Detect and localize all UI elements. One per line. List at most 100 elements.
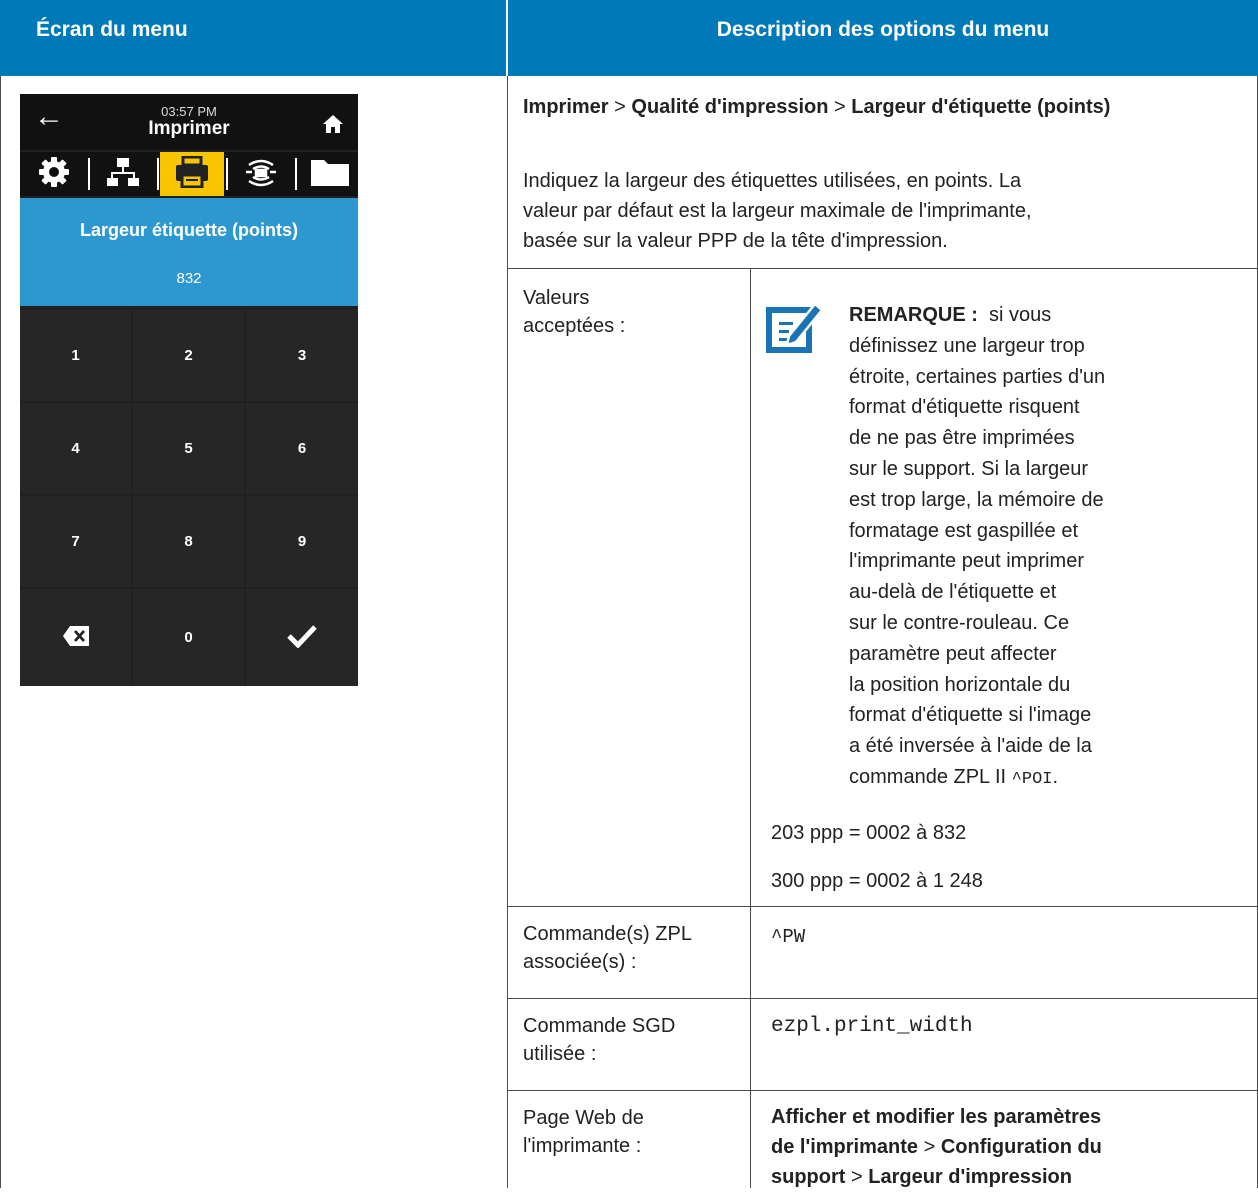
note-line: a été inversée à l'aide de la [849,735,1092,758]
key-9[interactable]: 9 [246,496,358,587]
key-0[interactable]: 0 [133,589,244,686]
tab-separator [226,158,228,190]
path-separator: > [614,96,626,118]
header-menu-description: Description des options du menu [508,0,1258,76]
display-tab-bar [20,152,358,196]
tab-separator [88,158,90,190]
tab-rfid[interactable] [229,152,293,196]
row-divider-2 [507,906,1258,907]
network-icon [106,156,140,193]
note-line: définissez une largeur trop [849,334,1085,357]
sgd-label: Commande SGD utilisée : [523,1012,743,1068]
key-7[interactable]: 7 [20,496,131,587]
menu-path: Imprimer > Qualité d'impression > Largeu… [523,92,1223,122]
description-line: Indiquez la largeur des étiquettes utili… [523,170,1022,192]
label-line: acceptées : [523,315,626,337]
note-line: étroite, certaines parties d'un [849,365,1106,388]
note-icon [765,300,825,365]
key-3[interactable]: 3 [246,310,358,401]
tab-separator [157,158,159,190]
accepted-values-label: Valeurs acceptées : [523,284,743,340]
web-path-line: Afficher et modifier les paramètres [771,1106,1102,1128]
printer-icon [174,155,210,193]
web-page-path: Afficher et modifier les paramètres de l… [771,1102,1251,1192]
label-line: Valeurs [523,287,590,309]
printer-display: ← 03:57 PM Imprimer Largeur étiquette (p… [20,94,358,686]
key-1[interactable]: 1 [20,310,131,401]
web-path-part: de l'imprimante [771,1136,919,1158]
tab-settings[interactable] [22,152,86,196]
note-period: . [1052,765,1059,788]
description-line: valeur par défaut est la largeur maximal… [523,200,1032,222]
key-6[interactable]: 6 [246,403,358,494]
checkmark-icon [287,624,317,652]
home-icon[interactable] [322,114,344,139]
description-line: basée sur la valeur PPP de la tête d'imp… [523,230,948,252]
note-box: REMARQUE : si vous définissez une largeu… [849,300,1229,796]
path-separator: > [923,1136,936,1158]
note-line: format d'étiquette risquent [849,396,1080,419]
path-part-print: Imprimer [523,96,609,118]
row-divider-1 [507,268,1258,269]
accepted-value-203: 203 ppp = 0002 à 832 [771,822,967,844]
key-confirm[interactable] [246,589,358,686]
note-line: sur le support. Si la largeur [849,457,1089,480]
web-path-line: de l'imprimante > Configuration du [771,1132,1251,1162]
key-8[interactable]: 8 [133,496,244,587]
gear-icon [38,156,70,193]
note-line: formatage est gaspillée et [849,519,1079,542]
note-line: REMARQUE : si vous [849,300,1229,331]
label-line: l'imprimante : [523,1135,642,1157]
tab-storage[interactable] [298,152,362,196]
key-delete[interactable] [20,589,131,686]
setting-value[interactable]: 832 [20,270,358,287]
tab-print[interactable] [160,152,224,196]
header-menu-screen: Écran du menu [0,0,506,76]
header-menu-description-label: Description des options du menu [716,18,1050,41]
display-top-bar: ← 03:57 PM Imprimer [20,94,358,150]
sgd-command: ezpl.print_width [771,1015,973,1038]
backspace-icon [62,625,89,650]
note-line: sur le contre-rouleau. Ce [849,611,1070,634]
label-line: utilisée : [523,1043,597,1065]
zpl-label: Commande(s) ZPL associée(s) : [523,920,743,976]
note-line: est trop large, la mémoire de [849,488,1104,511]
note-line: format d'étiquette si l'image [849,704,1092,727]
setting-description: Indiquez la largeur des étiquettes utili… [523,166,1253,256]
header-menu-screen-label: Écran du menu [36,18,188,41]
web-path-part: Configuration du [940,1136,1102,1158]
row-divider-4 [507,1090,1258,1091]
note-label: REMARQUE : [849,304,978,326]
setting-label: Largeur étiquette (points) [79,220,298,240]
path-separator: > [851,1166,863,1188]
key-5[interactable]: 5 [133,403,244,494]
label-line: associée(s) : [523,951,637,973]
numeric-keypad: 1 2 3 4 5 6 7 8 9 0 [20,310,358,686]
key-4[interactable]: 4 [20,403,131,494]
path-part-label-width: Largeur d'étiquette (points) [851,96,1111,118]
table-divider-inner [750,268,751,1188]
display-title: Imprimer [148,118,230,139]
menu-table: Écran du menu Description des options du… [0,0,1258,1188]
note-line-text: si vous [989,304,1052,326]
web-page-label: Page Web de l'imprimante : [523,1104,743,1160]
table-divider-left-edge [0,76,1,1188]
note-line: au-delà de l'étiquette et [849,581,1057,604]
label-line: Commande(s) ZPL [523,923,692,945]
accepted-value-300: 300 ppp = 0002 à 1 248 [771,870,983,892]
rfid-icon [244,156,278,193]
label-line: Commande SGD [523,1015,676,1037]
note-line: commande ZPL II ^POI. [849,762,1229,796]
key-2[interactable]: 2 [133,310,244,401]
web-path-part: Largeur d'impression [868,1166,1072,1188]
row-divider-3 [507,998,1258,999]
note-line: la position horizontale du [849,673,1071,696]
tab-separator [295,158,297,190]
web-path-part: support [771,1166,846,1188]
path-part-print-quality: Qualité d'impression [631,96,829,118]
tab-network[interactable] [91,152,155,196]
path-separator: > [834,96,846,118]
label-line: Page Web de [523,1107,644,1129]
folder-icon [310,157,350,192]
table-divider-center-body [507,76,508,1188]
